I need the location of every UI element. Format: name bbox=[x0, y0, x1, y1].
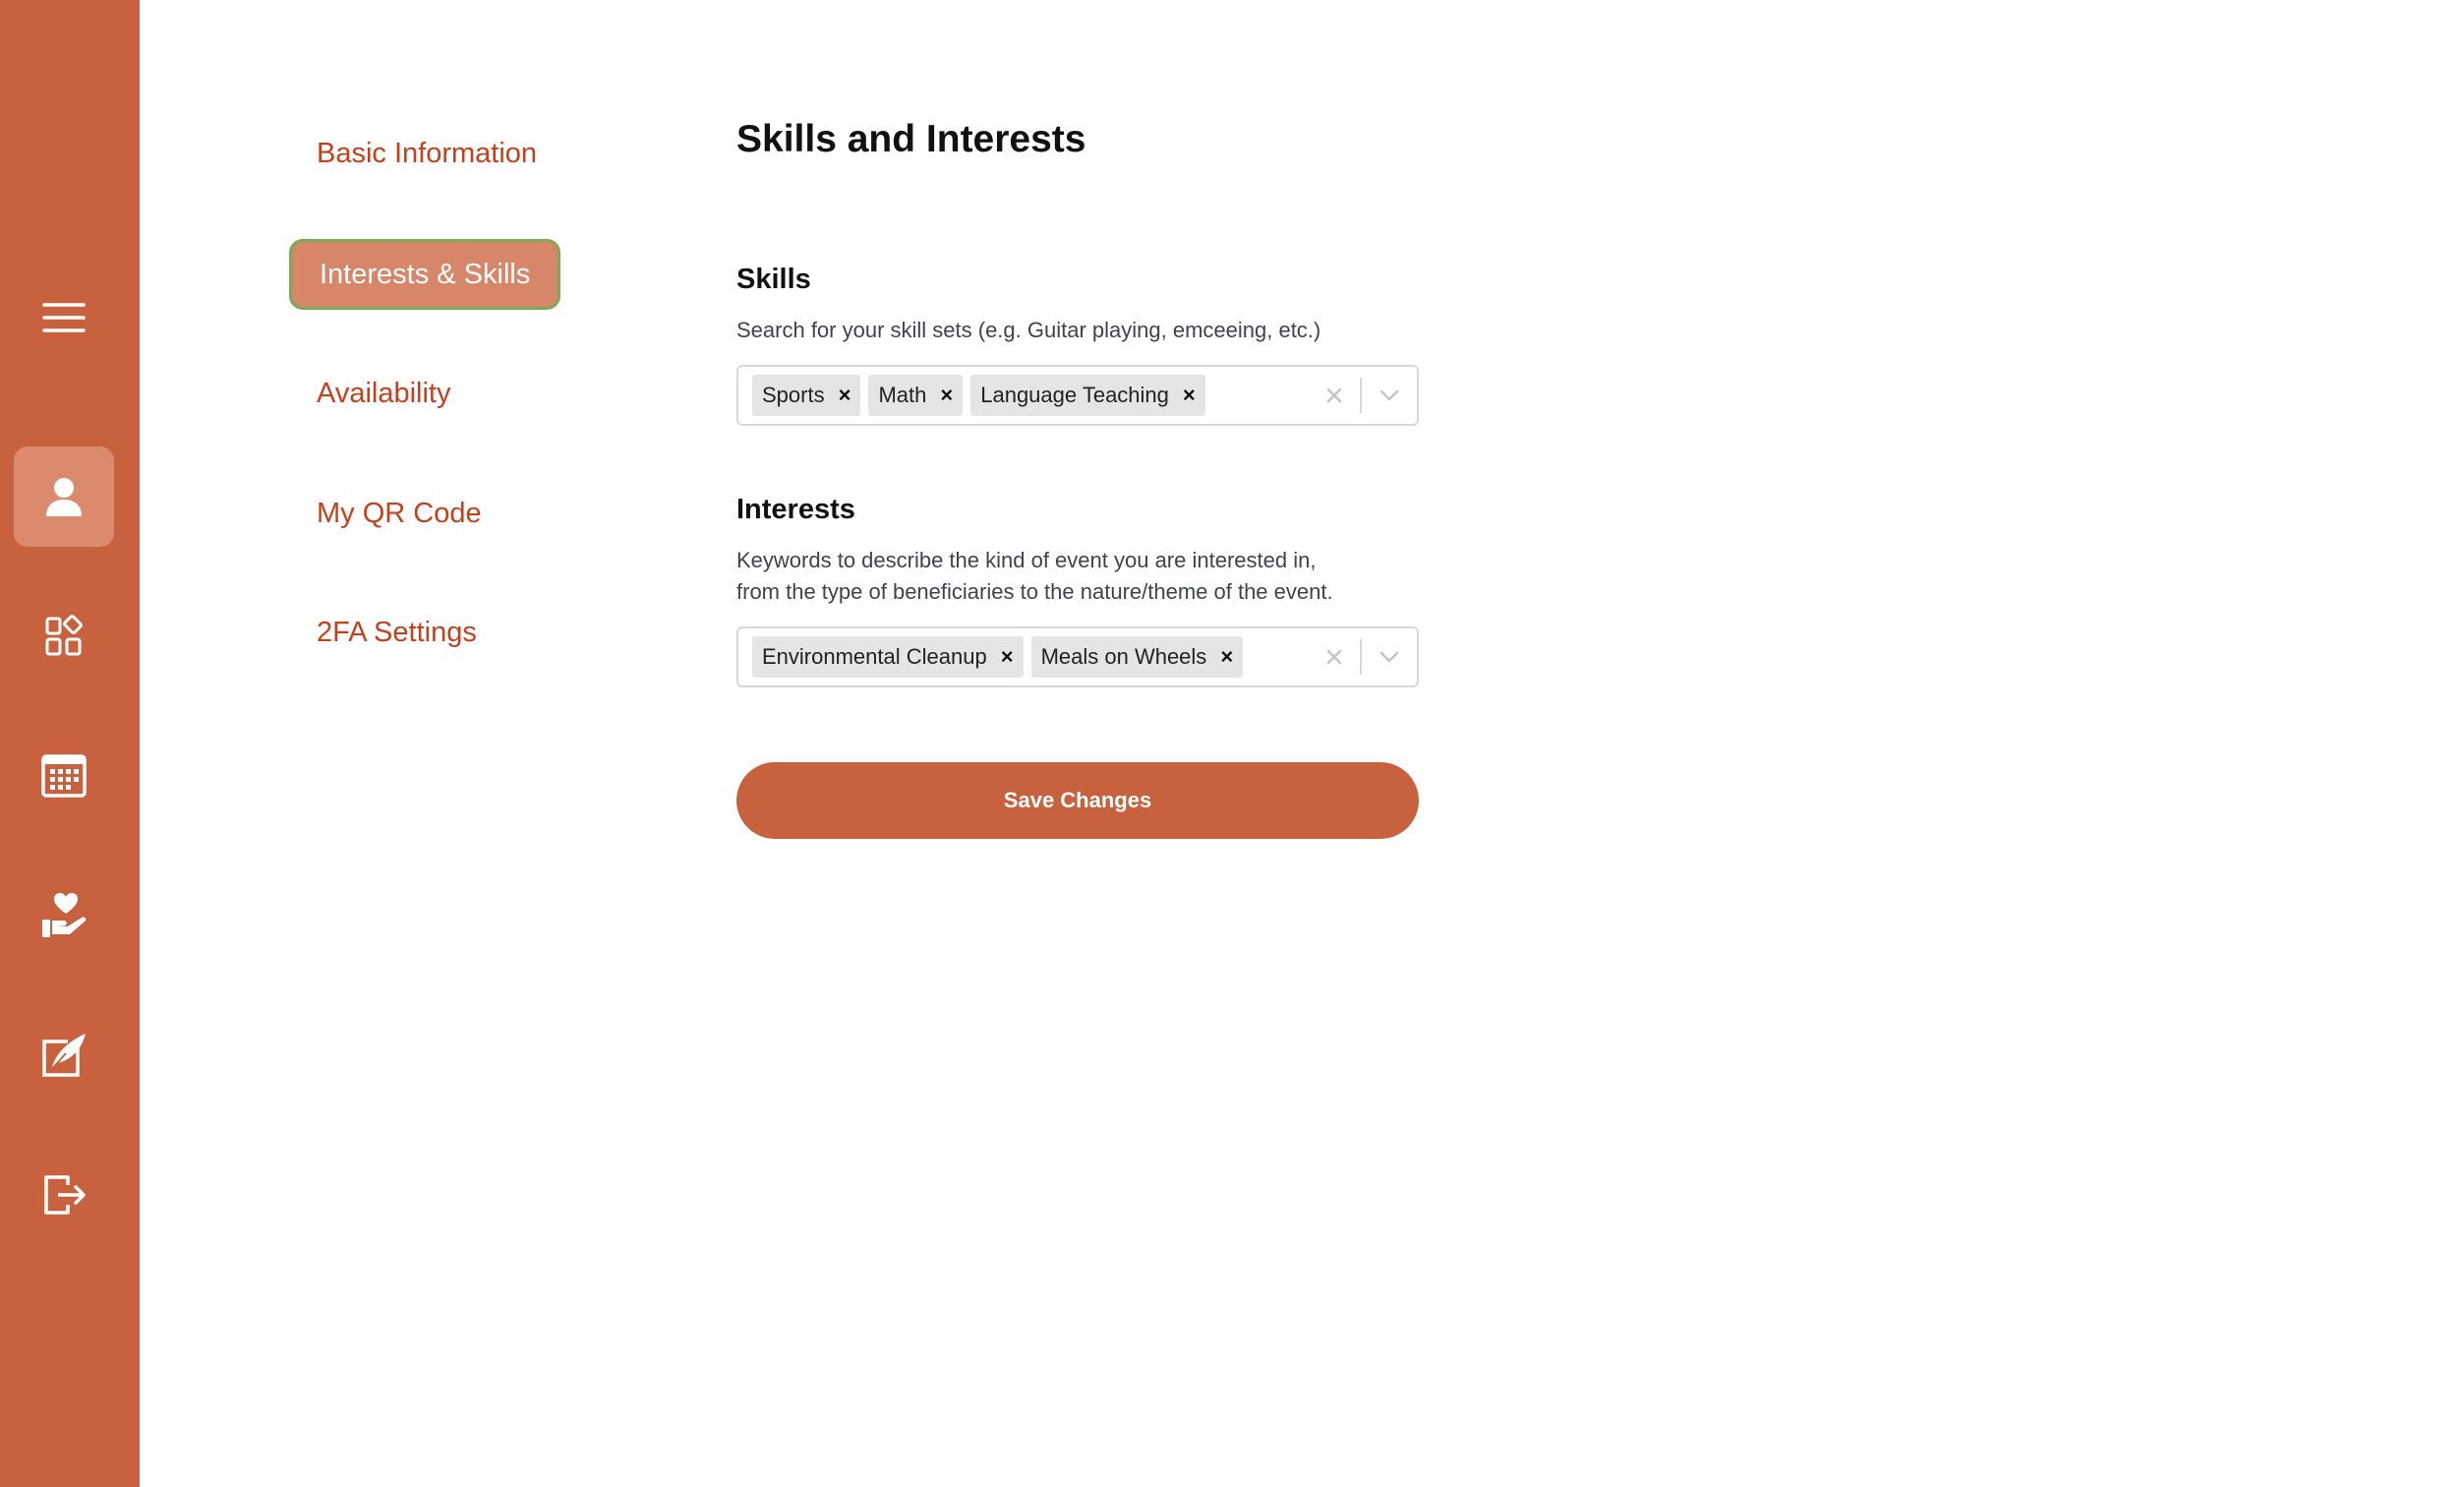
subnav-my-qr-code[interactable]: My QR Code bbox=[289, 478, 509, 549]
interest-chip: Environmental Cleanup × bbox=[752, 636, 1024, 678]
chip-label: Language Teaching bbox=[980, 383, 1169, 407]
volunteer-button[interactable] bbox=[14, 865, 114, 966]
interest-chip: Meals on Wheels × bbox=[1030, 636, 1244, 678]
subnav-label: Basic Information bbox=[317, 137, 538, 169]
calendar-icon bbox=[41, 754, 87, 798]
remove-chip-icon[interactable]: × bbox=[835, 383, 861, 408]
subnav-label: Availability bbox=[317, 377, 451, 409]
dashboard-button[interactable] bbox=[14, 586, 114, 686]
skills-chips: Sports × Math × Language Teaching × bbox=[752, 375, 1309, 416]
interests-help-line-1: Keywords to describe the kind of event y… bbox=[736, 548, 1317, 572]
subnav-interests-skills[interactable]: Interests & Skills bbox=[289, 239, 561, 310]
user-icon bbox=[46, 478, 82, 516]
interests-help-text: Keywords to describe the kind of event y… bbox=[736, 545, 1444, 608]
skill-chip: Math × bbox=[868, 375, 964, 416]
menu-button[interactable] bbox=[14, 268, 114, 368]
chip-label: Sports bbox=[762, 383, 825, 407]
chevron-down-icon[interactable] bbox=[1362, 367, 1417, 424]
page-title: Skills and Interests bbox=[736, 118, 1086, 160]
subnav-2fa-settings[interactable]: 2FA Settings bbox=[289, 597, 504, 668]
clear-all-icon[interactable] bbox=[1309, 367, 1360, 424]
subnav-label: Interests & Skills bbox=[320, 258, 531, 290]
chip-label: Environmental Cleanup bbox=[762, 644, 987, 669]
dashboard-icon bbox=[45, 615, 83, 656]
save-changes-button[interactable]: Save Changes bbox=[736, 762, 1419, 839]
skills-help-text: Search for your skill sets (e.g. Guitar … bbox=[736, 318, 1321, 342]
chip-label: Meals on Wheels bbox=[1040, 644, 1207, 669]
logout-button[interactable] bbox=[14, 1145, 114, 1245]
interests-chips: Environmental Cleanup × Meals on Wheels … bbox=[752, 636, 1309, 678]
volunteer-hand-heart-icon bbox=[42, 893, 87, 937]
interests-title: Interests bbox=[736, 494, 855, 525]
interests-help-line-2: from the type of beneficiaries to the na… bbox=[736, 579, 1333, 604]
interests-multiselect[interactable]: Environmental Cleanup × Meals on Wheels … bbox=[736, 626, 1419, 687]
skill-chip: Language Teaching × bbox=[970, 375, 1205, 416]
edit-feather-icon bbox=[42, 1034, 86, 1077]
subnav-availability[interactable]: Availability bbox=[289, 358, 478, 429]
clear-all-icon[interactable] bbox=[1309, 628, 1360, 685]
calendar-button[interactable] bbox=[14, 726, 114, 826]
chip-label: Math bbox=[878, 383, 927, 407]
logout-icon bbox=[44, 1175, 86, 1215]
chevron-down-icon[interactable] bbox=[1362, 628, 1417, 685]
skills-title: Skills bbox=[736, 264, 811, 295]
skill-chip: Sports × bbox=[752, 375, 861, 416]
subnav-basic-information[interactable]: Basic Information bbox=[289, 118, 564, 189]
subnav-label: 2FA Settings bbox=[317, 616, 477, 648]
remove-chip-icon[interactable]: × bbox=[997, 644, 1024, 670]
menu-icon bbox=[42, 303, 86, 332]
sidebar-rail bbox=[0, 0, 140, 1487]
subnav-label: My QR Code bbox=[317, 497, 482, 529]
remove-chip-icon[interactable]: × bbox=[1216, 644, 1243, 670]
remove-chip-icon[interactable]: × bbox=[1179, 383, 1205, 408]
profile-button[interactable] bbox=[14, 446, 114, 547]
skills-multiselect[interactable]: Sports × Math × Language Teaching × bbox=[736, 365, 1419, 426]
write-button[interactable] bbox=[14, 1005, 114, 1105]
remove-chip-icon[interactable]: × bbox=[936, 383, 963, 408]
